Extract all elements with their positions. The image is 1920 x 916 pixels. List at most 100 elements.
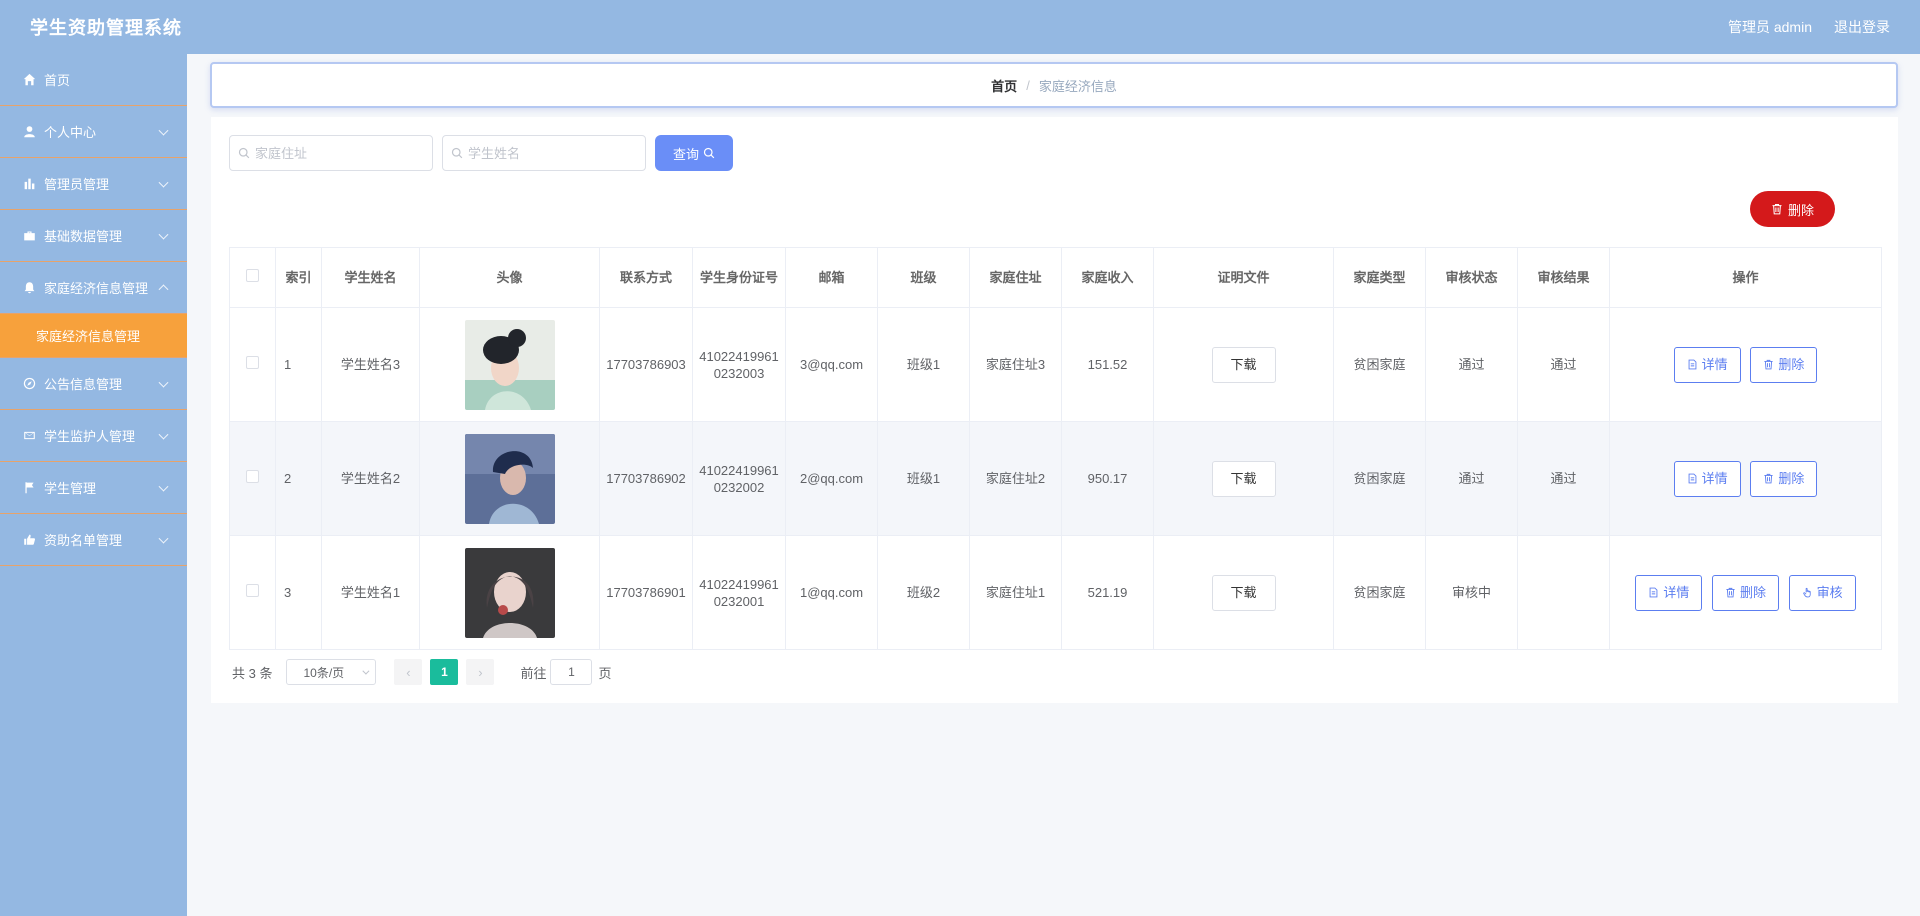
cell-name: 学生姓名3: [321, 307, 420, 422]
cell-avatar: [419, 421, 600, 536]
download-button[interactable]: 下载: [1211, 346, 1276, 383]
page-number-button[interactable]: 1: [430, 659, 459, 685]
mail-icon: [22, 429, 36, 443]
home-icon: [22, 73, 36, 87]
column-header: 家庭收入: [1061, 247, 1154, 308]
delete-button-label: 删除: [1778, 357, 1805, 372]
sidebar-item-students[interactable]: 学生管理: [0, 462, 187, 514]
table-row: 3 学生姓名1 17703786901 410224199610232001 1…: [229, 535, 1882, 650]
column-header: 家庭住址: [969, 247, 1062, 308]
search-icon: [451, 147, 463, 159]
delete-button[interactable]: 删除: [1750, 460, 1818, 497]
cell-proof-file: 下载: [1153, 421, 1334, 536]
cell-avatar: [419, 535, 600, 650]
download-button[interactable]: 下载: [1211, 460, 1276, 497]
cell-audit-status: 审核中: [1425, 535, 1518, 650]
thumb-icon: [22, 533, 36, 547]
detail-button[interactable]: 详情: [1635, 574, 1703, 611]
chevron-down-icon: [158, 533, 169, 544]
current-user-label: 管理员 admin: [1727, 19, 1812, 35]
row-select-cell: [229, 535, 276, 650]
cell-phone: 17703786901: [599, 535, 693, 650]
goto-page-input[interactable]: [550, 659, 593, 685]
logout-link[interactable]: 退出登录: [1834, 17, 1890, 37]
main-panel: 查询 删除 索引 学生姓名 头像 联系方式 学生身份证号 邮箱 班级 家庭住址 …: [211, 117, 1898, 703]
batch-delete-button[interactable]: 删除: [1750, 191, 1835, 227]
cell-income: 521.19: [1061, 535, 1154, 650]
cell-index: 1: [275, 307, 322, 422]
chevron-down-icon: [158, 177, 169, 188]
cell-class: 班级2: [877, 535, 970, 650]
detail-button[interactable]: 详情: [1673, 460, 1741, 497]
delete-button[interactable]: 删除: [1711, 574, 1779, 611]
cell-income: 151.52: [1061, 307, 1154, 422]
breadcrumb-current: 家庭经济信息: [1038, 78, 1117, 94]
column-header: 头像: [419, 247, 600, 308]
cell-audit-status: 通过: [1425, 421, 1518, 536]
prev-page-button[interactable]: ‹: [394, 659, 423, 685]
cell-index: 3: [275, 535, 322, 650]
row-checkbox[interactable]: [246, 356, 259, 369]
avatar: [464, 319, 555, 410]
batch-delete-label: 删除: [1787, 202, 1814, 218]
address-search-input[interactable]: [255, 145, 425, 161]
download-button[interactable]: 下载: [1211, 574, 1276, 611]
search-icon: [238, 147, 250, 159]
sidebar-item-guardians[interactable]: 学生监护人管理: [0, 410, 187, 462]
row-checkbox[interactable]: [246, 584, 259, 597]
audit-button[interactable]: 审核: [1788, 574, 1856, 611]
sidebar-subitem-family-economy[interactable]: 家庭经济信息管理: [0, 314, 187, 358]
sidebar-item-label: 基础数据管理: [44, 229, 123, 244]
page-size-select[interactable]: 10条/页: [286, 659, 377, 685]
detail-button[interactable]: 详情: [1673, 346, 1741, 383]
cell-audit-result: 通过: [1517, 307, 1610, 422]
name-search-input-wrapper: [442, 135, 646, 171]
sidebar-item-label: 公告信息管理: [44, 377, 123, 392]
column-header: 班级: [877, 247, 970, 308]
column-header: 学生身份证号: [692, 247, 786, 308]
audit-button-label: 审核: [1816, 585, 1843, 600]
pagination-total: 共 3 条: [232, 665, 273, 681]
row-checkbox[interactable]: [246, 470, 259, 483]
sidebar-item-label: 首页: [44, 73, 71, 88]
sidebar-item-label: 学生管理: [44, 481, 97, 496]
breadcrumb-home[interactable]: 首页: [991, 76, 1017, 95]
cell-audit-status: 通过: [1425, 307, 1518, 422]
trash-icon: [1726, 587, 1735, 598]
next-page-button[interactable]: ›: [466, 659, 495, 685]
cell-name: 学生姓名1: [321, 535, 420, 650]
sidebar-item-admin-management[interactable]: 管理员管理: [0, 158, 187, 210]
column-header: 审核结果: [1517, 247, 1610, 308]
column-header: 家庭类型: [1333, 247, 1426, 308]
sidebar-item-personal-center[interactable]: 个人中心: [0, 106, 187, 158]
cell-class: 班级1: [877, 307, 970, 422]
sidebar-item-funding-list[interactable]: 资助名单管理: [0, 514, 187, 566]
sidebar-item-basic-data[interactable]: 基础数据管理: [0, 210, 187, 262]
family-economy-table: 索引 学生姓名 头像 联系方式 学生身份证号 邮箱 班级 家庭住址 家庭收入 证…: [229, 247, 1882, 650]
sidebar-item-home[interactable]: 首页: [0, 54, 187, 106]
user-icon: [22, 125, 36, 139]
chevron-down-icon: [158, 481, 169, 492]
detail-button-label: 详情: [1663, 585, 1690, 600]
cell-email: 1@qq.com: [785, 535, 878, 650]
sidebar-item-family-economy[interactable]: 家庭经济信息管理: [0, 262, 187, 314]
delete-button-label: 删除: [1778, 471, 1805, 486]
select-all-checkbox[interactable]: [246, 269, 259, 282]
table-header-row: 索引 学生姓名 头像 联系方式 学生身份证号 邮箱 班级 家庭住址 家庭收入 证…: [229, 247, 1882, 308]
cell-id-card: 410224199610232001: [692, 535, 786, 650]
row-select-cell: [229, 307, 276, 422]
query-button[interactable]: 查询: [655, 135, 733, 171]
sidebar-item-label: 资助名单管理: [44, 533, 123, 548]
sidebar-item-announcements[interactable]: 公告信息管理: [0, 358, 187, 410]
cell-actions: 详情 删除: [1609, 307, 1882, 422]
briefcase-icon: [22, 229, 36, 243]
name-search-input[interactable]: [468, 145, 638, 161]
document-icon: [1688, 473, 1697, 484]
goto-label: 前往: [520, 665, 547, 681]
cell-phone: 17703786902: [599, 421, 693, 536]
delete-button[interactable]: 删除: [1750, 346, 1818, 383]
document-icon: [1688, 359, 1697, 370]
cell-income: 950.17: [1061, 421, 1154, 536]
row-select-cell: [229, 421, 276, 536]
cell-address: 家庭住址2: [969, 421, 1062, 536]
